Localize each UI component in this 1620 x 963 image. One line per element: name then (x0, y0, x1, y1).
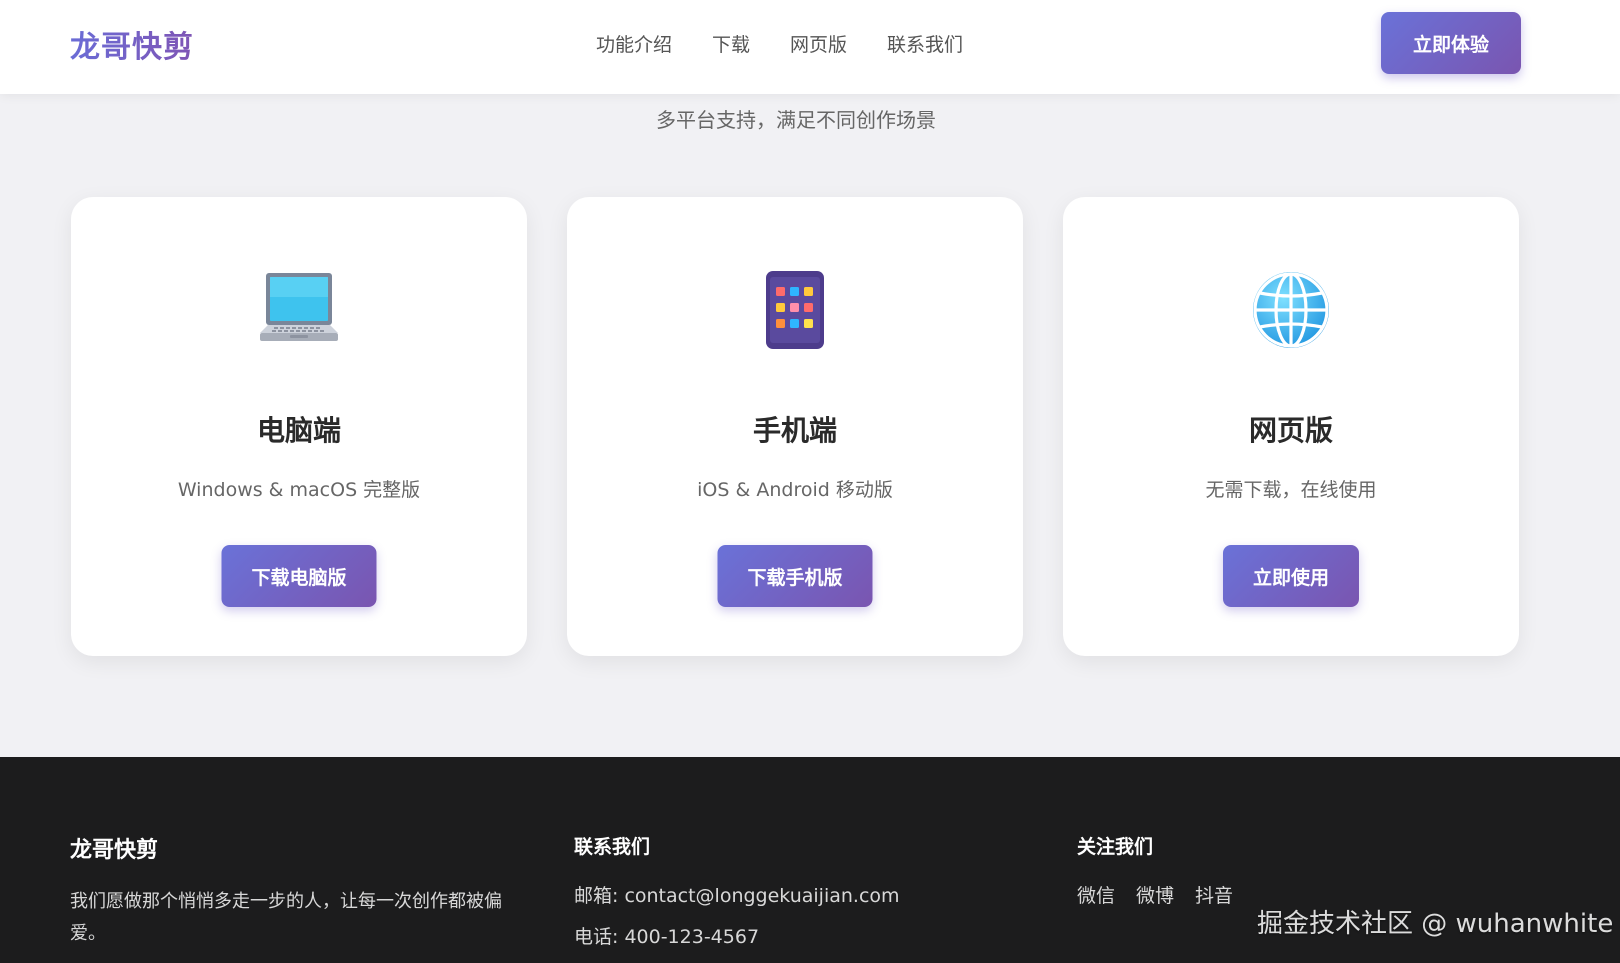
card-description: Windows & macOS 完整版 (177, 479, 421, 501)
try-now-button[interactable]: 立即体验 (1381, 12, 1521, 74)
download-desktop-button[interactable]: 下载电脑版 (221, 545, 377, 607)
nav-download[interactable]: 下载 (712, 30, 750, 57)
nav-contact[interactable]: 联系我们 (887, 30, 963, 57)
card-description: iOS & Android 移动版 (697, 479, 893, 501)
section-subtitle: 多平台支持，满足不同创作场景 (656, 108, 936, 132)
footer-brand: 龙哥快剪 我们愿做那个悄悄多走一步的人，让每一次创作都被偏爱。 (70, 832, 520, 950)
card-title: 电脑端 (256, 414, 341, 447)
footer-contact-title: 联系我们 (574, 836, 651, 858)
footer-email[interactable]: 邮箱: contact@longgekuaijian.com (574, 881, 994, 911)
footer-phone[interactable]: 电话: 400-123-4567 (574, 922, 994, 952)
laptop-icon (260, 273, 338, 341)
footer-contact: 联系我们 邮箱: contact@longgekuaijian.com 电话: … (574, 832, 994, 952)
watermark: 掘金技术社区 @ wuhanwhite (1257, 909, 1614, 939)
card-title: 网页版 (1248, 414, 1333, 447)
platform-card-mobile: 手机端 iOS & Android 移动版 下载手机版 (567, 197, 1023, 656)
card-description: 无需下载，在线使用 (1205, 479, 1377, 501)
platform-cards: 电脑端 Windows & macOS 完整版 下载电脑版 手机端 iOS & … (71, 197, 1519, 656)
use-web-button[interactable]: 立即使用 (1222, 545, 1360, 607)
nav-features[interactable]: 功能介绍 (596, 30, 672, 57)
download-mobile-button[interactable]: 下载手机版 (717, 545, 873, 607)
platform-card-web: 网页版 无需下载，在线使用 立即使用 (1063, 197, 1519, 656)
social-wechat[interactable]: 微信 (1077, 881, 1115, 908)
card-title: 手机端 (752, 414, 837, 447)
nav-web-version[interactable]: 网页版 (790, 30, 847, 57)
footer-follow: 关注我们 微信 微博 抖音 (1077, 832, 1377, 908)
social-douyin[interactable]: 抖音 (1195, 881, 1233, 908)
globe-icon (1253, 272, 1329, 348)
platform-card-desktop: 电脑端 Windows & macOS 完整版 下载电脑版 (71, 197, 527, 656)
mobile-app-icon (766, 271, 824, 349)
social-weibo[interactable]: 微博 (1136, 881, 1174, 908)
site-logo[interactable]: 龙哥快剪 (70, 22, 194, 66)
footer-follow-title: 关注我们 (1077, 836, 1154, 858)
footer-slogan: 我们愿做那个悄悄多走一步的人，让每一次创作都被偏爱。 (70, 891, 502, 944)
main-nav: 功能介绍 下载 网页版 联系我们 (596, 30, 963, 57)
site-header: 龙哥快剪 功能介绍 下载 网页版 联系我们 立即体验 (0, 0, 1620, 94)
footer-brand-title: 龙哥快剪 (70, 838, 159, 863)
